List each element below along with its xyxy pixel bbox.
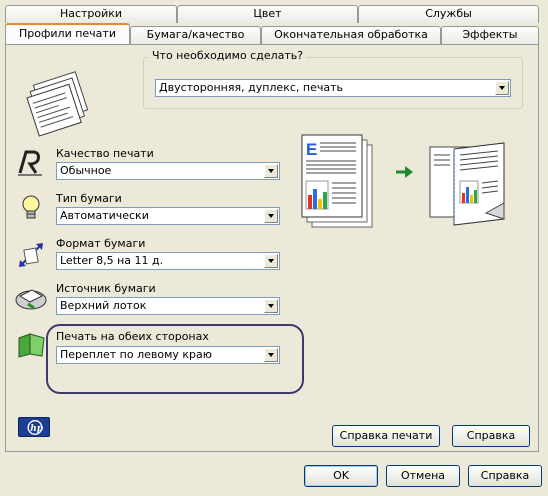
print-quality-select[interactable]: Обычное — [56, 162, 280, 180]
svg-text:E: E — [306, 140, 317, 159]
task-select[interactable]: Двусторонняя, дуплекс, печать — [155, 79, 511, 97]
paper-size-label: Формат бумаги — [56, 237, 146, 250]
print-quality-label: Качество печати — [56, 147, 154, 160]
duplex-value: Переплет по левому краю — [60, 348, 213, 361]
chevron-down-icon[interactable] — [264, 254, 278, 268]
tab-settings[interactable]: Настройки — [5, 5, 177, 23]
duplex-select[interactable]: Переплет по левому краю — [56, 346, 280, 364]
paper-size-icon — [19, 243, 43, 267]
duplex-label: Печать на обеих сторонах — [56, 330, 209, 343]
print-help-button[interactable]: Справка печати — [332, 425, 440, 447]
chevron-down-icon[interactable] — [264, 348, 278, 362]
paper-type-label: Тип бумаги — [56, 192, 122, 205]
duplex-icon — [18, 333, 45, 358]
paper-source-select[interactable]: Верхний лоток — [56, 297, 280, 315]
ok-button[interactable]: OK — [304, 465, 378, 487]
lightbulb-icon — [22, 195, 40, 219]
tab-print-profiles[interactable]: Профили печати — [5, 23, 130, 44]
tab-panel: Что необходимо сделать? Двусторонняя, ду… — [5, 44, 539, 452]
hp-logo: hp — [18, 417, 50, 437]
tab-finishing[interactable]: Окончательная обработка — [261, 26, 441, 44]
print-quality-value: Обычное — [60, 164, 112, 177]
paper-size-value: Letter 8,5 на 11 д. — [60, 254, 164, 267]
cancel-button[interactable]: Отмена — [386, 465, 460, 487]
print-quality-icon — [18, 150, 42, 176]
tab-effects[interactable]: Эффекты — [441, 26, 539, 44]
chevron-down-icon[interactable] — [264, 209, 278, 223]
task-select-value: Двусторонняя, дуплекс, печать — [159, 81, 343, 94]
chevron-down-icon[interactable] — [495, 81, 509, 95]
paper-source-label: Источник бумаги — [56, 282, 156, 295]
document-preview-icon: E — [301, 134, 373, 228]
paper-type-select[interactable]: Автоматически — [56, 207, 280, 225]
paper-source-value: Верхний лоток — [60, 299, 147, 312]
chevron-down-icon[interactable] — [264, 164, 278, 178]
chevron-down-icon[interactable] — [264, 299, 278, 313]
help-button[interactable]: Справка — [468, 465, 542, 487]
tab-paper-quality[interactable]: Бумага/качество — [130, 26, 261, 44]
svg-text:hp: hp — [30, 424, 44, 434]
tab-services[interactable]: Службы — [358, 5, 539, 23]
documents-icon — [26, 71, 89, 137]
hp-logo-icon: hp — [27, 420, 44, 435]
paper-size-select[interactable]: Letter 8,5 на 11 д. — [56, 252, 280, 270]
arrow-right-icon — [396, 166, 413, 178]
tab-color[interactable]: Цвет — [177, 5, 358, 23]
paper-type-value: Автоматически — [60, 209, 149, 222]
help-inner-button[interactable]: Справка — [452, 425, 530, 447]
paper-tray-icon — [15, 289, 47, 310]
booklet-preview-icon — [429, 142, 505, 226]
task-group-title: Что необходимо сделать? — [149, 49, 307, 62]
